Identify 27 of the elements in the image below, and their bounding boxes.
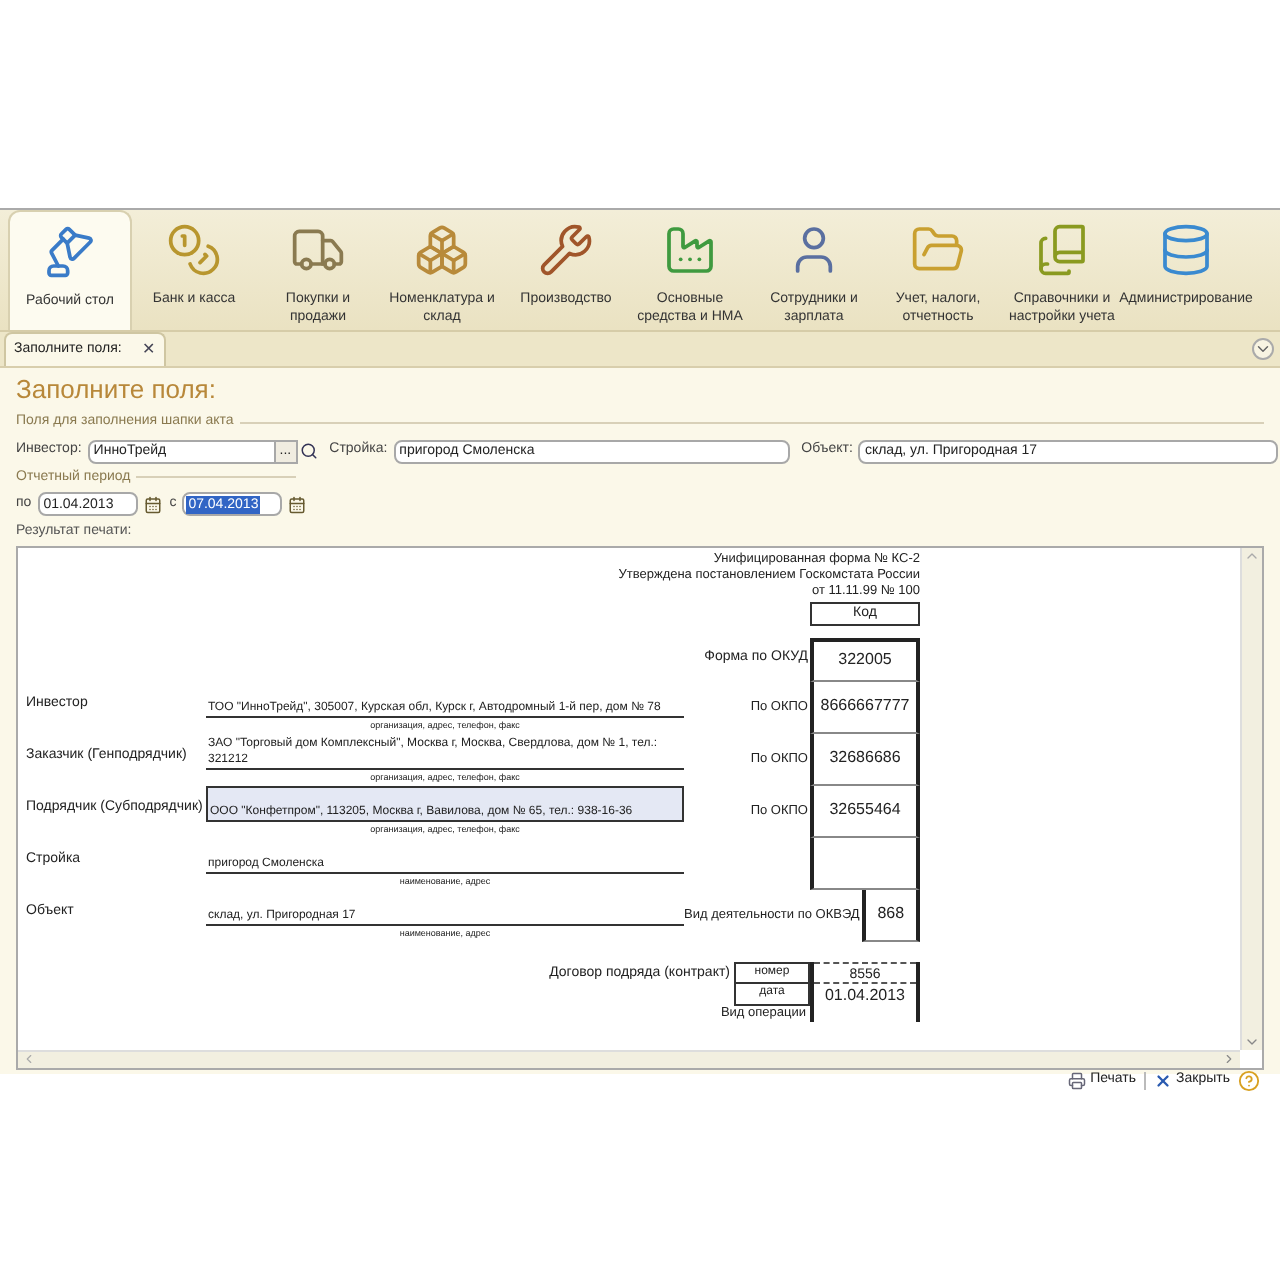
code-cell: 32686686 bbox=[810, 733, 920, 785]
horizontal-scrollbar[interactable] bbox=[18, 1049, 1240, 1067]
desk-lamp-icon bbox=[42, 224, 98, 280]
binders-icon bbox=[1034, 222, 1090, 278]
close-icon bbox=[1154, 1071, 1173, 1089]
code-cell-text: 01.04.2013 bbox=[822, 983, 908, 1005]
calendar-icon[interactable] bbox=[143, 495, 162, 513]
form-title: Заполните поля: bbox=[16, 374, 218, 406]
factory-icon bbox=[662, 222, 718, 278]
code-cell: 8666667777 bbox=[810, 681, 920, 733]
calendar-icon[interactable] bbox=[288, 495, 307, 513]
code-cell bbox=[810, 837, 920, 889]
database-icon bbox=[1158, 222, 1214, 278]
search-icon[interactable] bbox=[299, 442, 318, 460]
print-icon bbox=[1068, 1071, 1087, 1089]
vertical-scrollbar[interactable] bbox=[1240, 547, 1262, 1049]
scroll-right-icon[interactable] bbox=[1222, 1052, 1236, 1066]
coins-icon bbox=[166, 222, 222, 278]
code-cell: 868 bbox=[861, 889, 920, 941]
boxes-icon bbox=[414, 222, 470, 278]
close-icon[interactable]: ✕ bbox=[141, 338, 156, 362]
dropdown-icon[interactable] bbox=[1252, 338, 1274, 360]
wrench-icon bbox=[538, 222, 594, 278]
scroll-left-icon[interactable] bbox=[22, 1052, 36, 1066]
help-icon[interactable] bbox=[1238, 1069, 1260, 1091]
code-cell: 32655464 bbox=[810, 785, 920, 837]
code-cell: 322005 bbox=[810, 637, 920, 681]
